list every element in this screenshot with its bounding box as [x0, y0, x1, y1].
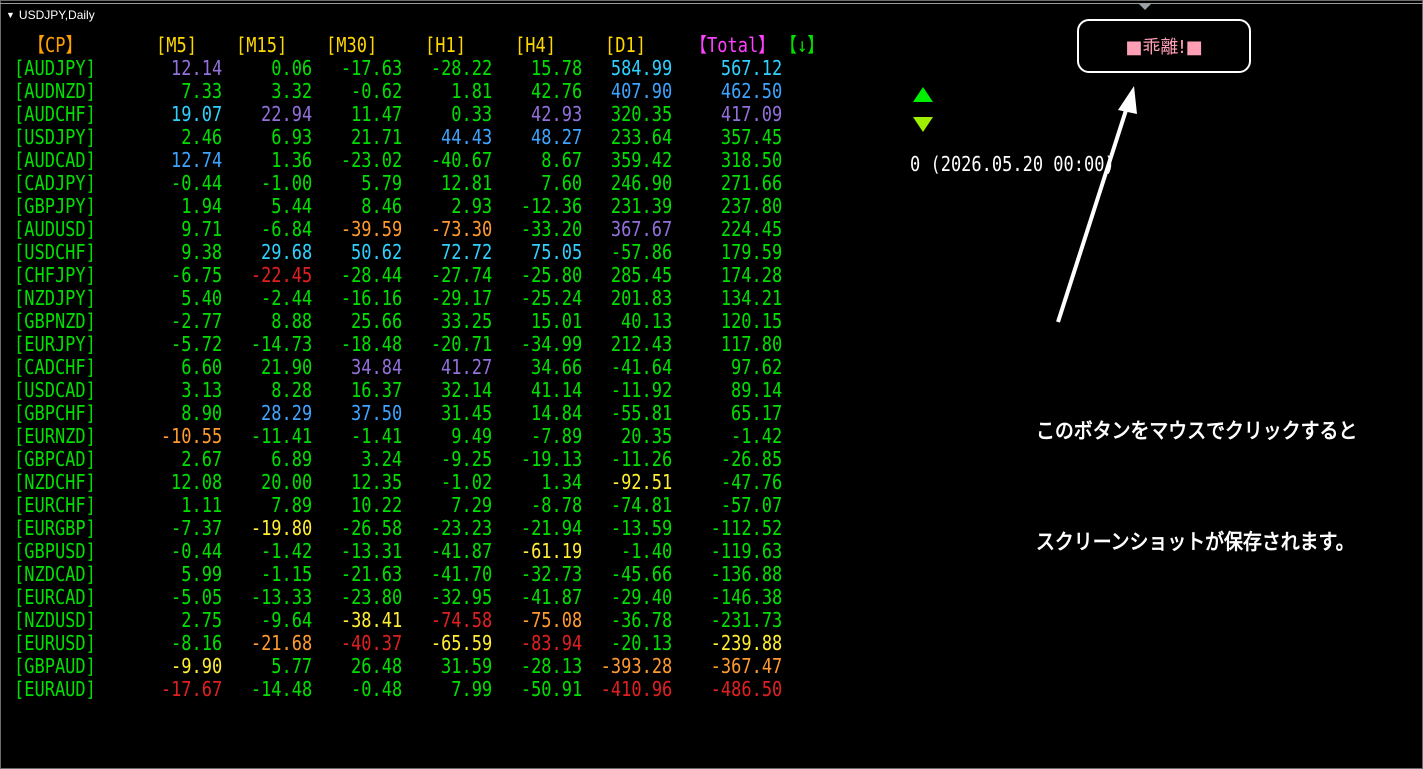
annotation-arrow-shaft — [1056, 103, 1130, 323]
annotation-arrow — [1056, 86, 1137, 323]
annotation-arrow-head — [1118, 86, 1137, 114]
